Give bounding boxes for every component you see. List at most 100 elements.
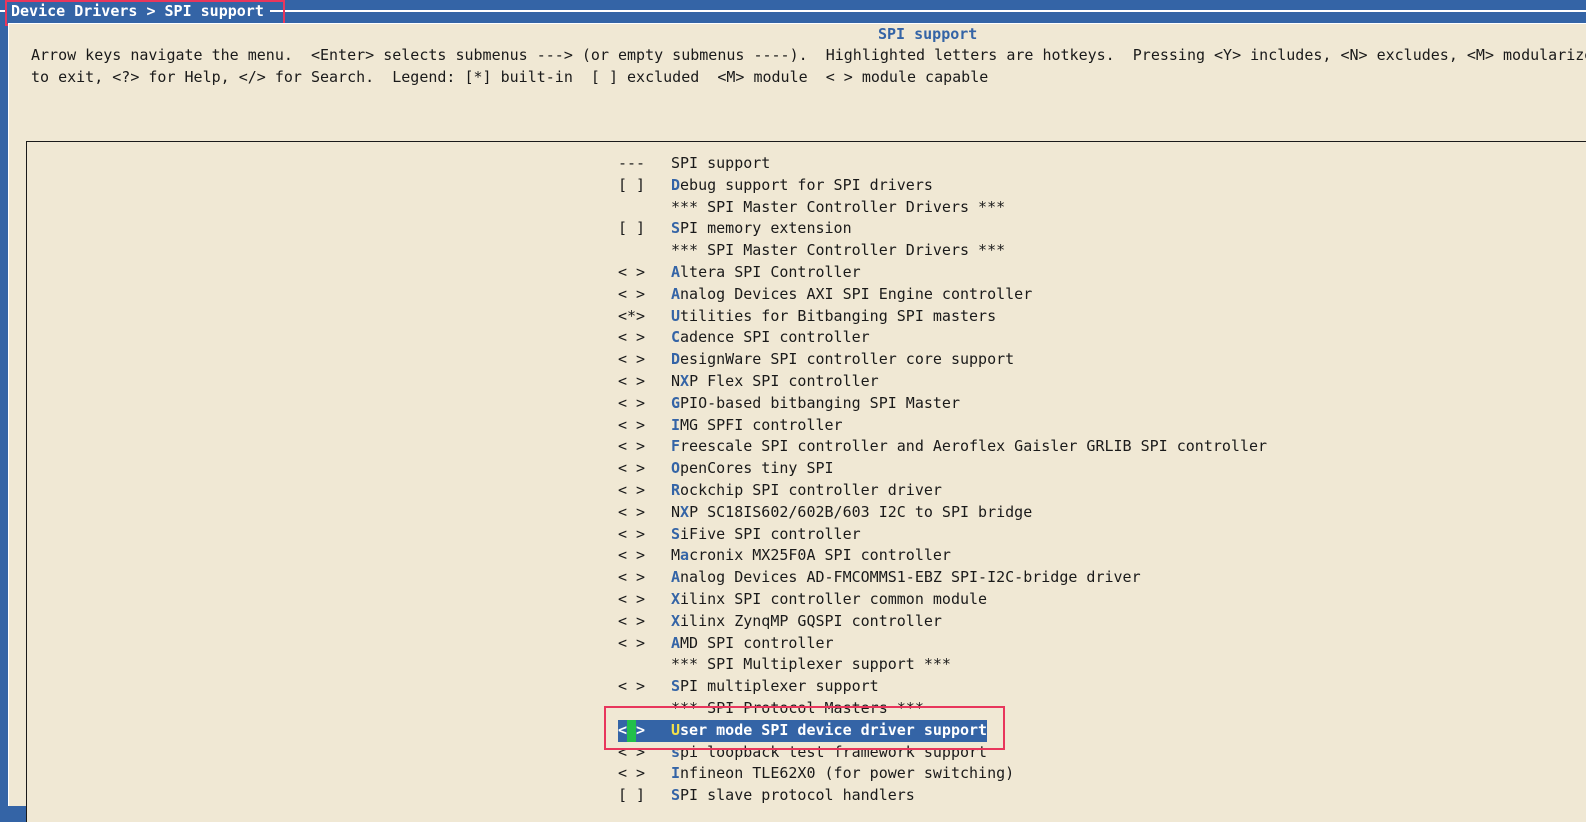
menu-item-state[interactable]: < >: [618, 633, 671, 655]
menu-item[interactable]: < > AMD SPI controller: [618, 633, 1267, 655]
menu-item[interactable]: < > NXP Flex SPI controller: [618, 371, 1267, 393]
menu-item-label: PI multiplexer support: [680, 677, 879, 696]
menu-item-content: < > Xilinx ZynqMP GQSPI controller: [618, 612, 942, 630]
menu-item-hotkey: F: [671, 437, 681, 456]
menu-item-state[interactable]: < >: [618, 458, 671, 480]
menu-item-label: SPI support: [671, 154, 771, 172]
menu-item-hotkey: X: [680, 371, 690, 390]
menu-item-hotkey: X: [671, 611, 681, 630]
menu-item[interactable]: *** SPI Master Controller Drivers ***: [618, 240, 1267, 262]
menu-item[interactable]: < > Cadence SPI controller: [618, 327, 1267, 349]
menu-item-hotkey: I: [671, 764, 681, 783]
menu-item[interactable]: < > Altera SPI Controller: [618, 262, 1267, 284]
menu-item-hotkey: D: [671, 350, 681, 369]
menu-item-prefix: N: [671, 371, 681, 390]
menu-item-hotkey: C: [671, 328, 681, 347]
menu-item[interactable]: [ ] Debug support for SPI drivers: [618, 175, 1267, 197]
menu-item[interactable]: < > DesignWare SPI controller core suppor…: [618, 349, 1267, 371]
menu-item-state[interactable]: [ ]: [618, 175, 671, 197]
menu-item-state[interactable]: < >: [618, 349, 671, 371]
menu-item-state[interactable]: ---: [618, 153, 671, 175]
menu-item[interactable]: < > Freescale SPI controller and Aeroflex…: [618, 436, 1267, 458]
menu-item[interactable]: < > Infineon TLE62X0 (for power switching…: [618, 763, 1267, 785]
menu-item-label: ebug support for SPI drivers: [680, 175, 933, 194]
menu-item[interactable]: < > Analog Devices AD-FMCOMMS1-EBZ SPI-I2…: [618, 567, 1267, 589]
menu-item[interactable]: < > Analog Devices AXI SPI Engine control…: [618, 284, 1267, 306]
menu-item-state[interactable]: < >: [618, 262, 671, 284]
menu-item[interactable]: *** SPI Multiplexer support ***: [618, 654, 1267, 676]
menu-item-state[interactable]: < >: [618, 502, 671, 524]
menu-item[interactable]: [ ] SPI slave protocol handlers: [618, 785, 1267, 807]
menu-item-content: < > Analog Devices AD-FMCOMMS1-EBZ SPI-I2…: [618, 568, 1141, 586]
menu-item-state[interactable]: < >: [618, 415, 671, 437]
menu-item-state[interactable]: < >: [618, 480, 671, 502]
menu-item[interactable]: < > OpenCores tiny SPI: [618, 458, 1267, 480]
menu-item-content: [ ] Debug support for SPI drivers: [618, 176, 933, 194]
menu-item-state[interactable]: < >: [618, 327, 671, 349]
menu-item-hotkey: X: [671, 589, 681, 608]
menu-item[interactable]: < > NXP SC18IS602/602B/603 I2C to SPI bri…: [618, 502, 1267, 524]
menu-item[interactable]: < > Xilinx ZynqMP GQSPI controller: [618, 611, 1267, 633]
help-line-1: Arrow keys navigate the menu. <Enter> se…: [31, 46, 1586, 64]
menu-item-content: < > Analog Devices AXI SPI Engine control…: [618, 285, 1032, 303]
menu-item-hotkey: U: [671, 306, 681, 325]
menu-item-content: < > NXP Flex SPI controller: [618, 372, 879, 390]
menu-item-hotkey: S: [671, 677, 681, 696]
menu-item-label: PI memory extension: [680, 219, 852, 238]
menu-item-hotkey: A: [671, 568, 681, 587]
menu-item-hotkey: R: [671, 480, 681, 499]
menu-item-label: *** SPI Multiplexer support ***: [671, 655, 951, 674]
menu-item-state[interactable]: < >: [618, 545, 671, 567]
menu-item-state[interactable]: < >: [618, 524, 671, 546]
menu-item[interactable]: <*> Utilities for Bitbanging SPI masters: [618, 306, 1267, 328]
menu-item-content: < > SPI multiplexer support: [618, 677, 879, 695]
menu-item-state[interactable]: < >: [618, 393, 671, 415]
menu-item[interactable]: < > Rockchip SPI controller driver: [618, 480, 1267, 502]
menu-item-hotkey: S: [671, 219, 681, 238]
menu-item-content: < > Infineon TLE62X0 (for power switching…: [618, 764, 1014, 782]
menu-item-label: P SC18IS602/602B/603 I2C to SPI bridge: [689, 502, 1033, 521]
menu-item[interactable]: < > SiFive SPI controller: [618, 524, 1267, 546]
menu-item-content: < > OpenCores tiny SPI: [618, 459, 834, 477]
menu-item-state[interactable]: < >: [618, 371, 671, 393]
menu-item[interactable]: < > SPI multiplexer support: [618, 676, 1267, 698]
menu-item-state[interactable]: < >: [618, 567, 671, 589]
menu-item[interactable]: < > GPIO-based bitbanging SPI Master: [618, 393, 1267, 415]
menu-item[interactable]: --- SPI support: [618, 153, 1267, 175]
menu-item-state[interactable]: < >: [618, 436, 671, 458]
menu-item-content: < > SiFive SPI controller: [618, 525, 861, 543]
menu-item-label: ockchip SPI controller driver: [680, 480, 942, 499]
menu-item-hotkey: a: [680, 546, 690, 565]
menu-item-state[interactable]: < >: [618, 284, 671, 306]
menu-item-state[interactable]: [ ]: [618, 785, 671, 807]
menu-item-content: < > AMD SPI controller: [618, 634, 834, 652]
menu-item-hotkey: G: [671, 393, 681, 412]
menu-item[interactable]: < > Xilinx SPI controller common module: [618, 589, 1267, 611]
menu-item-content: *** SPI Master Controller Drivers ***: [618, 198, 1005, 216]
menu-item-label: penCores tiny SPI: [680, 459, 834, 478]
menu-item-label: reescale SPI controller and Aeroflex Gai…: [680, 437, 1268, 456]
menu-item-state[interactable]: [ ]: [618, 218, 671, 240]
menu-item-prefix: M: [671, 546, 681, 565]
menu-item-label: adence SPI controller: [680, 328, 870, 347]
menu-item-label: nalog Devices AXI SPI Engine controller: [680, 284, 1033, 303]
menu-item-content: < > Cadence SPI controller: [618, 328, 870, 346]
menu-item-label: ilinx ZynqMP GQSPI controller: [680, 611, 942, 630]
menu-item-content: *** SPI Master Controller Drivers ***: [618, 241, 1005, 259]
menu-item[interactable]: [ ] SPI memory extension: [618, 218, 1267, 240]
menu-item-content: < > Freescale SPI controller and Aeroflex…: [618, 437, 1267, 455]
menu-item[interactable]: *** SPI Master Controller Drivers ***: [618, 197, 1267, 219]
menu-item-state[interactable]: < >: [618, 676, 671, 698]
menu-item-hotkey: S: [671, 786, 681, 805]
menu-item[interactable]: < > Macronix MX25F0A SPI controller: [618, 545, 1267, 567]
panel-title: SPI support: [874, 24, 982, 44]
menu-item-state[interactable]: < >: [618, 589, 671, 611]
menu-item-state[interactable]: <*>: [618, 306, 671, 328]
menu-item-label: nfineon TLE62X0 (for power switching): [680, 764, 1015, 783]
menu-item[interactable]: < > IMG SPFI controller: [618, 415, 1267, 437]
menu-item-label: MG SPFI controller: [680, 415, 843, 434]
menu-item-state[interactable]: < >: [618, 611, 671, 633]
menu-item-state[interactable]: < >: [618, 763, 671, 785]
menu-item-hotkey: O: [671, 459, 681, 478]
help-line-2: to exit, <?> for Help, </> for Search. L…: [31, 68, 989, 86]
